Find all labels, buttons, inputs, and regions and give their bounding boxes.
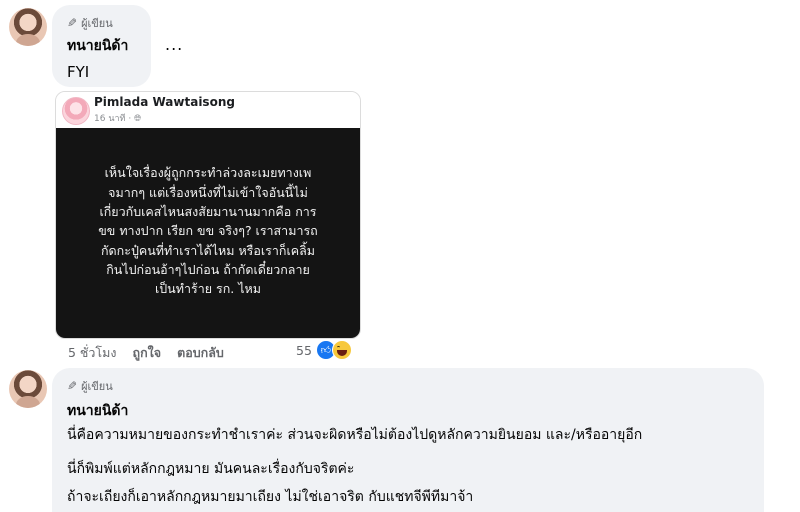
- comment-time-link[interactable]: 5 ชั่วโมง: [68, 343, 117, 363]
- comment-line-2: นี่ก็พิมพ์แต่หลักกฎหมาย มันคนละเรื่องกับ…: [67, 461, 355, 477]
- comment-bubble: ✎ ผู้เขียน ทนายนิด้า FYI: [52, 5, 151, 87]
- like-button[interactable]: ถูกใจ: [133, 343, 162, 363]
- commenter-avatar-2[interactable]: [9, 370, 47, 408]
- shared-post-author: Pimlada Wawtaisong: [94, 95, 235, 109]
- shared-post-avatar: [62, 97, 90, 125]
- comment-text: FYI: [67, 63, 90, 81]
- more-options-button[interactable]: ...: [165, 35, 183, 54]
- comment-actions: 5 ชั่วโมง ถูกใจ ตอบกลับ: [68, 343, 224, 363]
- author-badge-label-2: ผู้เขียน: [81, 380, 113, 393]
- author-badge-label: ผู้เขียน: [81, 17, 113, 30]
- commenter-avatar[interactable]: [9, 8, 47, 46]
- shared-post-body: เห็นใจเรื่องผู้ถูกกระทำล่วงละเมยทางเพ จม…: [56, 128, 360, 338]
- author-badge: ✎ ผู้เขียน: [67, 14, 113, 32]
- globe-icon: 🌐︎: [134, 114, 142, 124]
- shared-post-header: Pimlada Wawtaisong 16 นาที · 🌐︎: [56, 92, 360, 128]
- shared-post-text: เห็นใจเรื่องผู้ถูกกระทำล่วงละเมยทางเพ จม…: [98, 165, 318, 297]
- shared-post-screenshot[interactable]: Pimlada Wawtaisong 16 นาที · 🌐︎ เห็นใจเร…: [55, 91, 361, 339]
- author-name-2[interactable]: ทนายนิด้า: [67, 400, 128, 422]
- author-name[interactable]: ทนายนิด้า: [67, 35, 128, 57]
- comment-bubble-2: ✎ ผู้เขียน ทนายนิด้า นี่คือความหมายของกร…: [52, 368, 764, 512]
- reaction-count: 55: [296, 342, 312, 358]
- reaction-summary[interactable]: 55 👍︎: [296, 340, 352, 360]
- haha-reaction-icon: [331, 340, 352, 360]
- pencil-icon: ✎: [67, 16, 78, 30]
- comment-line-1: นี่คือความหมายของกระทำชำเราค่ะ ส่วนจะผิด…: [67, 427, 643, 443]
- shared-post-time: 16 นาที · 🌐︎: [94, 111, 141, 125]
- author-badge-2: ✎ ผู้เขียน: [67, 377, 113, 395]
- shared-post-time-label: 16 นาที ·: [94, 114, 135, 124]
- pencil-icon: ✎: [67, 379, 78, 393]
- reply-button[interactable]: ตอบกลับ: [177, 343, 224, 363]
- comment-line-3: ถ้าจะเถียงก็เอาหลักกฎหมายมาเถียง ไม่ใช่เ…: [67, 489, 474, 505]
